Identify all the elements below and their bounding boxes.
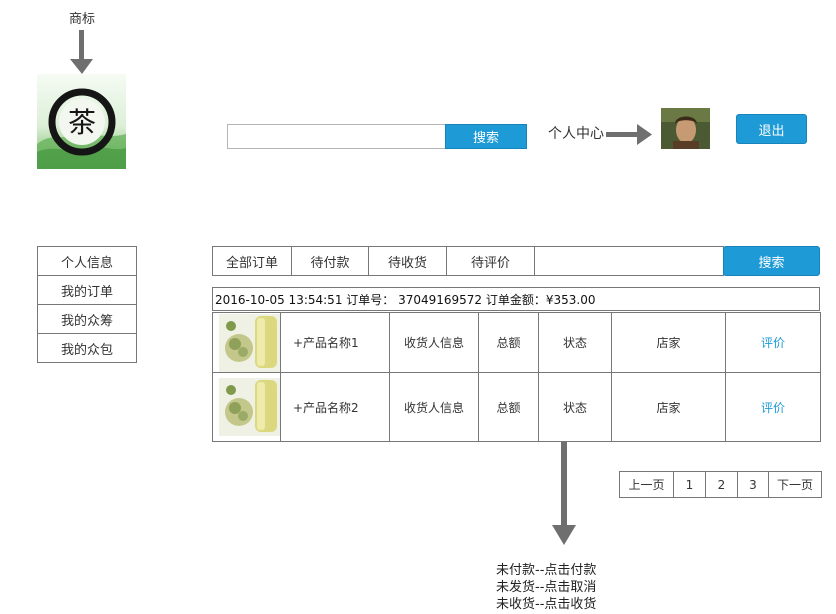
shop-name[interactable]: 店家: [611, 372, 726, 442]
product-name[interactable]: +产品名称2: [280, 372, 390, 442]
tea-logo-icon: 茶: [37, 88, 126, 169]
logo-pointer-arrow-icon: [70, 30, 93, 74]
review-link[interactable]: 评价: [725, 372, 821, 442]
receiver-info: 收货人信息: [389, 312, 479, 373]
pagination: 上一页 1 2 3 下一页: [619, 471, 822, 498]
user-center-pointer-arrow-icon: [606, 124, 652, 145]
tab-pending-payment[interactable]: 待付款: [292, 247, 369, 275]
sidebar-item-crowdfunding[interactable]: 我的众筹: [38, 305, 136, 334]
order-search-button[interactable]: 搜索: [723, 246, 820, 276]
prev-page-button[interactable]: 上一页: [620, 472, 674, 497]
order-total: 总额: [478, 372, 539, 442]
logo-caption: 商标: [68, 12, 95, 27]
page-3-button[interactable]: 3: [738, 472, 769, 497]
page-2-button[interactable]: 2: [706, 472, 738, 497]
order-status: 状态: [538, 312, 612, 373]
order-tabs: 全部订单 待付款 待收货 待评价: [212, 246, 535, 276]
logo-glyph: 茶: [68, 106, 96, 139]
order-status: 状态: [538, 372, 612, 442]
tea-product-image-icon: [219, 313, 280, 372]
sidebar-item-crowdsourcing[interactable]: 我的众包: [38, 334, 136, 363]
table-row: +产品名称1 收货人信息 总额 状态 店家 评价: [212, 312, 821, 373]
note-unshipped: 未发货--点击取消: [496, 580, 597, 595]
note-unreceived: 未收货--点击收货: [496, 597, 597, 612]
brand-logo[interactable]: 茶: [37, 74, 126, 169]
table-row: +产品名称2 收货人信息 总额 状态 店家 评价: [212, 372, 821, 442]
order-info-bar: 2016-10-05 13:54:51 订单号： 37049169572 订单金…: [212, 287, 820, 311]
note-unpaid: 未付款--点击付款: [496, 563, 597, 578]
avatar[interactable]: [661, 108, 710, 149]
search-button[interactable]: 搜索: [445, 124, 527, 149]
order-search-input[interactable]: [534, 246, 724, 276]
review-link[interactable]: 评价: [725, 312, 821, 373]
status-note-pointer-arrow-icon: [552, 441, 576, 545]
page-1-button[interactable]: 1: [674, 472, 706, 497]
sidebar-menu: 个人信息 我的订单 我的众筹 我的众包: [37, 246, 137, 363]
receiver-info: 收货人信息: [389, 372, 479, 442]
search-input[interactable]: [227, 124, 447, 149]
user-center-link[interactable]: 个人中心: [548, 123, 604, 143]
review-link-label[interactable]: 评价: [761, 401, 785, 415]
tea-product-image-icon: [219, 378, 280, 436]
review-link-label[interactable]: 评价: [761, 336, 785, 350]
status-action-notes: 未付款--点击付款 未发货--点击取消 未收货--点击收货: [496, 562, 596, 613]
product-name[interactable]: +产品名称1: [280, 312, 390, 373]
product-thumbnail[interactable]: [212, 312, 281, 373]
tab-all-orders[interactable]: 全部订单: [213, 247, 292, 275]
tab-pending-review[interactable]: 待评价: [447, 247, 534, 275]
product-thumbnail[interactable]: [212, 372, 281, 442]
tab-pending-receipt[interactable]: 待收货: [369, 247, 447, 275]
sidebar-item-profile[interactable]: 个人信息: [38, 247, 136, 276]
logout-button[interactable]: 退出: [736, 114, 807, 144]
shop-name[interactable]: 店家: [611, 312, 726, 373]
next-page-button[interactable]: 下一页: [769, 472, 821, 497]
sidebar-item-orders[interactable]: 我的订单: [38, 276, 136, 305]
order-items-table: +产品名称1 收货人信息 总额 状态 店家 评价 +产品名称2 收货人信息 总额…: [212, 312, 821, 442]
avatar-photo-icon: [661, 108, 710, 149]
order-total: 总额: [478, 312, 539, 373]
